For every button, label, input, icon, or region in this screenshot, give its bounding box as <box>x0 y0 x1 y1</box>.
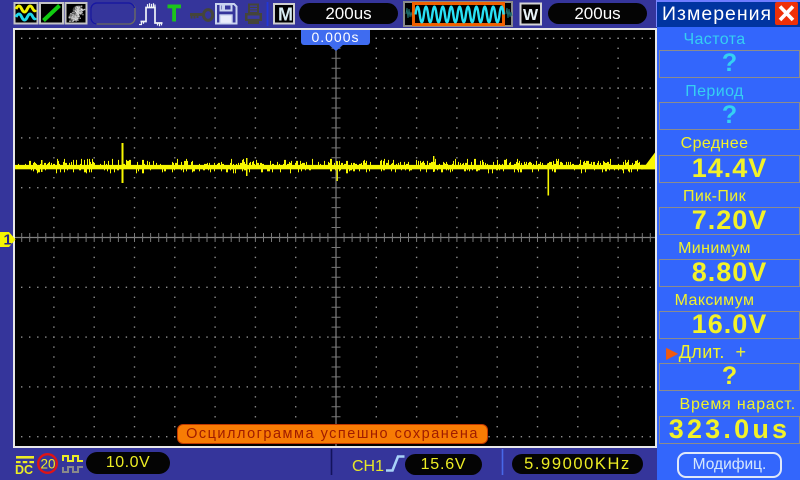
svg-text:DC: DC <box>15 463 33 477</box>
svg-text:W: W <box>523 7 539 24</box>
svg-text:CH1: CH1 <box>352 458 384 475</box>
svg-text:M: M <box>278 5 293 25</box>
svg-text:1: 1 <box>4 232 12 249</box>
svg-text:20: 20 <box>41 457 56 472</box>
